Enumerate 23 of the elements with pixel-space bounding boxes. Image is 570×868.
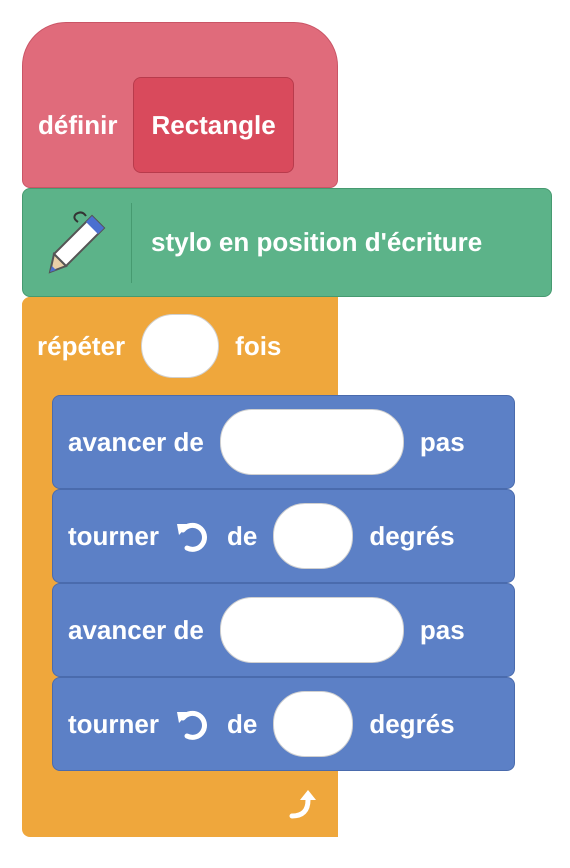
block-label: de [227,520,258,552]
block-label: degrés [369,520,455,552]
block-label: définir [38,110,118,140]
block-label: fois [235,330,282,362]
move-block[interactable]: avancer de pas [52,395,515,489]
turn-block[interactable]: tourner de degrés [52,677,515,771]
block-label: avancer de [68,426,204,458]
block-label: tourner [68,520,159,552]
custom-block-name[interactable]: Rectangle [133,77,294,173]
repeat-block[interactable]: répéter fois avancer de pas tourner de degrés avancer de pas tourner de degrés [22,297,515,837]
block-label: stylo en position d'écriture [150,227,482,258]
loop-arrow-icon [288,788,318,820]
turn-block[interactable]: tourner de degrés [52,489,515,583]
define-block[interactable]: définir Rectangle [22,22,338,188]
block-label: répéter [37,330,126,362]
block-label: tourner [68,708,159,740]
block-label: pas [420,614,465,646]
block-label: degrés [369,708,455,740]
block-label: avancer de [68,614,204,646]
block-label: pas [420,426,465,458]
pen-down-block[interactable]: stylo en position d'écriture [22,188,552,297]
move-block[interactable]: avancer de pas [52,583,515,677]
block-label: de [227,708,258,740]
